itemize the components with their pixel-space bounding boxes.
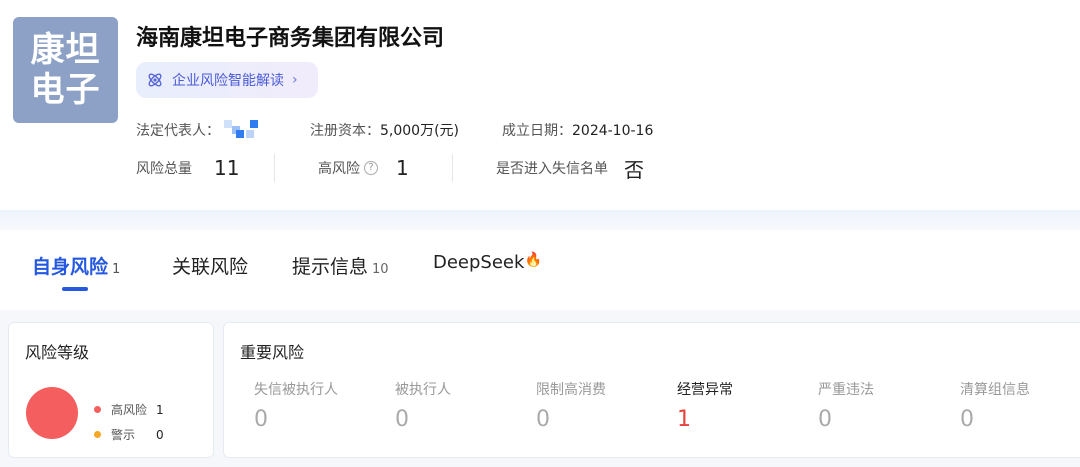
risk-item-serious-violation[interactable]: 严重违法 0 [818,379,874,432]
important-risk-title: 重要风险 [240,343,305,362]
registered-capital: 注册资本：5,000万(元) [310,120,459,140]
blacklist-stat: 是否进入失信名单 否 [496,152,644,184]
legal-rep-avatar[interactable] [224,120,260,140]
risk-item-label: 清算组信息 [960,382,1030,398]
risk-item-consumption-limit[interactable]: 限制高消费 0 [536,379,606,432]
tab-label: 提示信息 [292,256,369,278]
risk-item-business-abnormal[interactable]: 经营异常 1 [677,379,733,432]
total-risk-stat[interactable]: 风险总量 11 [136,152,239,184]
risk-tabs: 自身风险 1 关联风险 提示信息 10 DeepSeek🔥 [0,230,1080,310]
logo-line-1: 康坦 [30,30,101,70]
risk-item-value: 0 [536,407,550,432]
legend-warning: 警示 0 [94,426,164,443]
risk-item-value: 0 [960,407,974,432]
tab-count: 1 [112,262,121,277]
high-risk-stat[interactable]: 高风险 ? 1 [318,152,409,184]
risk-item-executee[interactable]: 被执行人 0 [395,379,451,432]
blacklist-value: 否 [624,157,644,182]
company-header: 康坦 电子 海南康坦电子商务集团有限公司 企业风险智能解读 › 法定代表人： 注… [0,0,1080,210]
risk-item-value: 0 [254,407,268,432]
blacklist-label: 是否进入失信名单 [496,161,608,177]
tab-deepseek[interactable]: DeepSeek🔥 [433,252,542,273]
legend-dot [94,406,101,413]
stat-divider [274,154,275,182]
capital-label: 注册资本： [310,123,380,139]
chevron-right-icon: › [292,72,298,88]
capital-value: 5,000万(元) [380,123,460,139]
section-separator [0,210,1080,230]
tab-label: DeepSeek [433,252,525,273]
risk-item-label: 失信被执行人 [254,382,338,398]
legend-value: 0 [156,427,164,442]
founded-label: 成立日期： [502,123,572,139]
risk-level-card: 风险等级 高风险 1 警示 0 [8,322,214,458]
tab-label: 关联风险 [172,256,249,278]
risk-item-label: 严重违法 [818,382,874,398]
risk-item-dishonest-executee[interactable]: 失信被执行人 0 [254,379,338,432]
fire-icon: 🔥 [524,252,542,268]
founded-value: 2024-10-16 [572,123,654,139]
risk-item-liquidation-info[interactable]: 清算组信息 0 [960,379,1030,432]
legend-label: 警示 [111,428,136,442]
risk-level-title: 风险等级 [25,343,90,362]
tab-label: 自身风险 [32,256,109,278]
company-name: 海南康坦电子商务集团有限公司 [136,26,445,51]
founded-date: 成立日期：2024-10-16 [502,120,653,140]
risk-item-label: 经营异常 [677,382,733,398]
help-icon[interactable]: ? [364,161,378,175]
legend-dot [94,431,101,438]
risk-item-value: 0 [818,407,832,432]
high-risk-label: 高风险 [318,161,360,177]
legal-rep-label: 法定代表人： [136,123,220,139]
legend-high-risk: 高风险 1 [94,401,164,418]
high-risk-value: 1 [396,156,409,180]
ai-risk-analysis-button[interactable]: 企业风险智能解读 › [136,62,318,98]
tab-self-risk[interactable]: 自身风险 1 [32,252,120,279]
tab-count: 10 [372,262,389,277]
stat-divider [452,154,453,182]
logo-line-2: 电子 [30,70,101,110]
company-logo: 康坦 电子 [13,17,118,123]
important-risk-card: 重要风险 失信被执行人 0 被执行人 0 限制高消费 0 经营异常 1 严重违法… [223,322,1080,458]
risk-level-indicator [26,387,78,439]
risk-item-value: 0 [395,407,409,432]
legend-value: 1 [156,402,164,417]
risk-item-label: 被执行人 [395,382,451,398]
ai-sparkle-icon [148,73,162,87]
legal-representative: 法定代表人： [136,120,260,140]
risk-item-label: 限制高消费 [536,382,606,398]
risk-item-value: 1 [677,407,691,432]
tab-hint-info[interactable]: 提示信息 10 [292,252,389,279]
active-tab-indicator [62,287,88,291]
ai-button-label: 企业风险智能解读 [172,73,284,89]
tab-related-risk[interactable]: 关联风险 [172,252,248,279]
risk-content: 风险等级 高风险 1 警示 0 重要风险 失信被执行人 0 被执行人 0 限制高… [0,310,1080,467]
total-risk-label: 风险总量 [136,161,192,177]
legend-label: 高风险 [111,403,148,417]
total-risk-value: 11 [214,156,240,180]
